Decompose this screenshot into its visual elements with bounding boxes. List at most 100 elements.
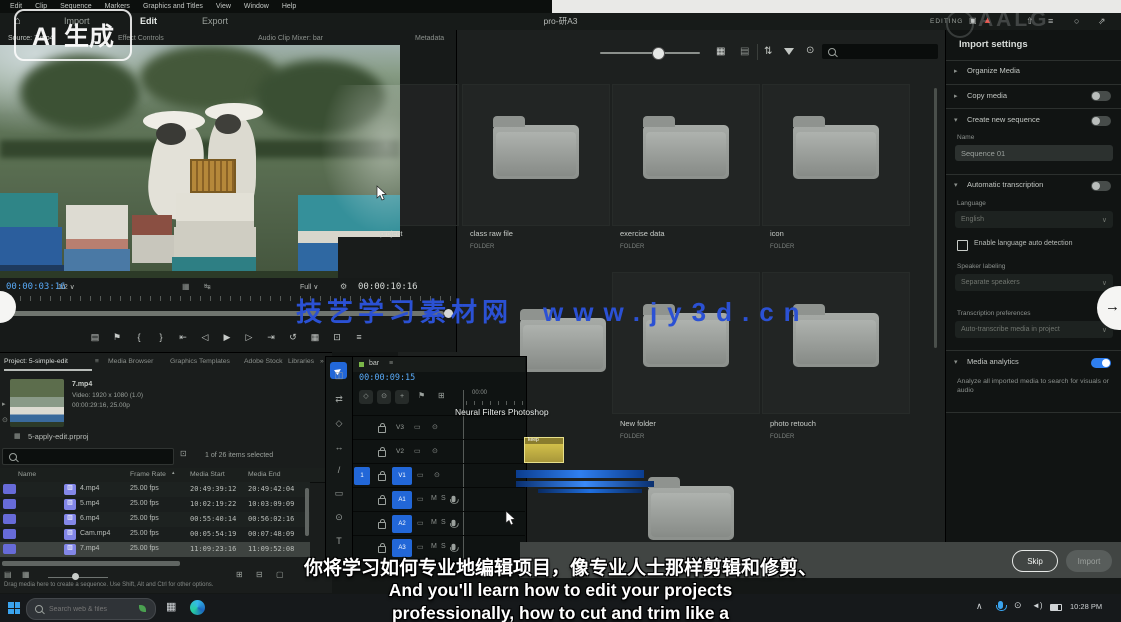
clip-check-icon[interactable] <box>3 499 16 509</box>
sort-icon[interactable]: ⇅ <box>764 46 772 57</box>
filter-icon[interactable] <box>784 48 794 55</box>
zoom-select[interactable]: 1/2 ∨ <box>58 284 75 292</box>
auto-detect-label[interactable]: Enable language auto detection <box>974 240 1072 248</box>
eye-icon[interactable]: ⊙ <box>806 45 814 56</box>
tab-graphics-templates[interactable]: Graphics Templates <box>170 358 230 365</box>
menu-item[interactable]: Help <box>282 3 296 10</box>
settings-wrench-icon[interactable]: ⊞ <box>438 392 445 401</box>
transport-button[interactable]: ⚑ <box>106 332 128 343</box>
col-media-end[interactable]: Media End <box>248 471 281 478</box>
create-sequence-label[interactable]: Create new sequence <box>967 116 1040 124</box>
track-v3[interactable]: V3 ▭⊙ <box>353 415 525 440</box>
folder-tile[interactable] <box>462 84 610 226</box>
flag-icon[interactable]: ⚑ <box>418 392 425 401</box>
chevron-right-icon[interactable]: ▸ <box>954 93 958 101</box>
track-v2[interactable]: V2 ▭⊙ <box>353 439 525 464</box>
clip-thumbnail[interactable] <box>10 379 64 427</box>
transport-button[interactable]: ⇤ <box>172 332 194 343</box>
clip-check-icon[interactable] <box>3 529 16 539</box>
tool-button[interactable]: ▭ <box>326 488 352 499</box>
tab-libraries[interactable]: Libraries <box>288 358 314 365</box>
list-view-icon[interactable]: ▤ <box>740 46 749 57</box>
clip-check-icon[interactable] <box>3 484 16 494</box>
preview-play-icon[interactable]: ▸ <box>2 401 6 409</box>
col-media-start[interactable]: Media Start <box>190 471 225 478</box>
table-row[interactable]: ▥ 4.mp4 25.00 fps 20:49:39:12 20:49:42:0… <box>0 482 310 497</box>
table-row[interactable]: ▥ Cam.mp4 25.00 fps 00:05:54:19 00:07:48… <box>0 527 310 542</box>
organize-media-label[interactable]: Organize Media <box>967 67 1020 75</box>
zoom-slider[interactable] <box>600 52 700 54</box>
chevron-down-icon[interactable]: ▾ <box>954 359 958 367</box>
track-v1[interactable]: 1 V1 ▭⊙ <box>353 463 525 488</box>
transport-button[interactable]: ▶ <box>216 332 238 343</box>
tool-button[interactable]: ↔ <box>326 442 352 452</box>
transport-button[interactable]: ▷ <box>238 332 260 343</box>
timeline-ruler[interactable] <box>466 401 524 405</box>
track-a1[interactable]: A1 ▭MS <box>353 487 525 512</box>
table-vscrollbar[interactable] <box>305 488 309 536</box>
auto-detect-checkbox[interactable] <box>957 240 968 251</box>
transport-button[interactable]: ≡ <box>348 332 370 342</box>
folder-tile-project[interactable] <box>398 84 459 226</box>
analytics-toggle[interactable] <box>1091 358 1111 368</box>
tool-button[interactable]: ◇ <box>326 418 352 429</box>
bell-icon[interactable]: ○ <box>1074 17 1079 27</box>
folder-tile[interactable] <box>762 84 910 226</box>
table-row[interactable]: ▥ 5.mp4 25.00 fps 10:02:19:22 10:03:09:0… <box>0 497 310 512</box>
tool-button[interactable]: / <box>326 465 352 475</box>
fit-select[interactable]: Full ∨ <box>300 284 318 292</box>
chevron-down-icon[interactable]: ▾ <box>954 182 958 190</box>
project-search-box[interactable] <box>2 448 174 465</box>
col-frame-rate[interactable]: Frame Rate <box>130 471 166 478</box>
tab-adobe-stock[interactable]: Adobe Stock <box>244 358 283 365</box>
bins-scrollbar[interactable] <box>934 88 937 348</box>
panel-menu-icon[interactable]: ≡ <box>389 360 393 368</box>
transport-button[interactable]: { <box>128 332 150 342</box>
tool-button[interactable]: ⊙ <box>326 512 352 523</box>
project-file-name[interactable]: 5-apply-edit.prproj <box>28 433 88 441</box>
grid-view-icon[interactable]: ▦ <box>716 46 725 57</box>
link-button[interactable]: ⊙ <box>377 390 391 404</box>
transport-button[interactable]: } <box>150 332 172 342</box>
settings-icon[interactable]: ▦ <box>182 283 190 292</box>
col-name[interactable]: Name <box>18 471 36 478</box>
tool-button[interactable]: ⇄ <box>326 394 352 405</box>
clip-check-icon[interactable] <box>3 514 16 524</box>
expand-icon[interactable]: ⇗ <box>1098 17 1106 27</box>
tab-media-browser[interactable]: Media Browser <box>108 358 153 365</box>
compare-icon[interactable]: ↹ <box>204 283 211 292</box>
copy-media-label[interactable]: Copy media <box>967 92 1007 100</box>
table-row[interactable]: ▥ 6.mp4 25.00 fps 00:55:40:14 00:56:02:1… <box>0 512 310 527</box>
panel-menu-icon[interactable]: ≡ <box>95 358 99 365</box>
menu-item[interactable]: Graphics and Titles <box>143 3 203 10</box>
bins-search-box[interactable] <box>822 44 938 59</box>
track-a2[interactable]: A2 ▭MS <box>353 511 525 536</box>
timeline-tab[interactable]: bar <box>369 360 379 368</box>
timeline-clip-yellow[interactable]: keep <box>524 437 564 463</box>
analytics-label[interactable]: Media analytics <box>967 358 1019 366</box>
transport-button[interactable]: ◁ <box>194 332 216 343</box>
transport-button[interactable]: ⊡ <box>326 332 348 343</box>
tool-button[interactable]: ◫ <box>326 370 352 381</box>
copy-media-toggle[interactable] <box>1091 91 1111 101</box>
folder-icon[interactable] <box>648 486 734 540</box>
transport-button[interactable]: ▦ <box>304 332 326 343</box>
menu-item[interactable]: Window <box>244 3 269 10</box>
chevron-right-icon[interactable]: ▸ <box>954 68 958 76</box>
speaker-select[interactable]: Separate speakers∨ <box>955 274 1113 291</box>
menu-item[interactable]: View <box>216 3 231 10</box>
tab-metadata[interactable]: Metadata <box>415 35 444 43</box>
chevron-down-icon[interactable]: ▾ <box>954 117 958 125</box>
transcription-label[interactable]: Automatic transcription <box>967 181 1043 189</box>
zoom-slider-handle[interactable] <box>652 47 665 60</box>
pref-select[interactable]: Auto-transcribe media in project∨ <box>955 321 1113 338</box>
wrench-icon[interactable]: ⚙ <box>340 283 347 292</box>
tool-button[interactable]: T <box>326 536 352 546</box>
folder-tile[interactable] <box>612 84 760 226</box>
transport-button[interactable]: ↺ <box>282 332 304 343</box>
transport-button[interactable]: ⇥ <box>260 332 282 343</box>
recent-items-icon[interactable]: ⊡ <box>180 450 187 459</box>
sequence-name-input[interactable] <box>955 145 1113 161</box>
tab-project[interactable]: Project: 5-simple-edit <box>4 358 68 365</box>
transport-button[interactable]: ▤ <box>84 332 106 343</box>
